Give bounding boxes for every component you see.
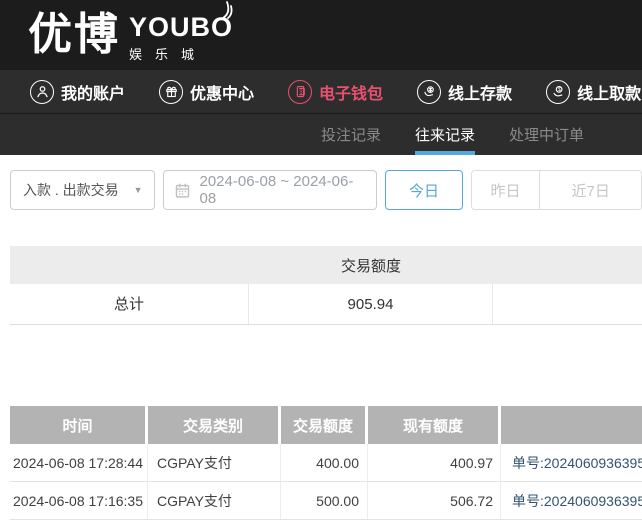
date-range-value: 2024-06-08 ~ 2024-06-08	[199, 173, 366, 207]
column-header-memo	[501, 406, 642, 444]
nav-item-label: 线上存款	[448, 80, 512, 104]
cell-balance: 506.72	[368, 482, 501, 519]
summary-header-amount: 交易额度	[249, 255, 493, 276]
nav-item-my-account[interactable]: 我的账户	[30, 80, 125, 104]
cell-type: CGPAY支付	[148, 482, 281, 519]
nav-item-label: 电子钱包	[319, 80, 383, 104]
tab-pending-orders[interactable]: 处理中订单	[509, 114, 584, 155]
today-button[interactable]: 今日	[385, 170, 462, 210]
calendar-icon	[174, 182, 191, 199]
transactions-table-header: 时间 交易类别 交易额度 现有额度	[10, 406, 642, 444]
nav-item-label: 我的账户	[61, 80, 125, 104]
last7days-button[interactable]: 近7日	[539, 171, 641, 209]
column-header-amount: 交易额度	[281, 406, 368, 444]
cell-order-number: 单号:2024060936395	[501, 444, 642, 481]
cell-balance: 400.97	[368, 444, 501, 481]
wallet-icon: $	[288, 80, 312, 104]
quick-range-group: 昨日 近7日	[471, 170, 642, 210]
summary-total-label: 总计	[10, 284, 249, 324]
nav-item-label: 优惠中心	[190, 80, 254, 104]
summary-total-row: 总计 905.94	[10, 284, 642, 325]
nav-item-e-wallet[interactable]: $ 电子钱包	[288, 80, 383, 104]
deposit-icon	[417, 80, 441, 104]
brand-name-en: YOUBO	[129, 14, 233, 41]
cell-amount: 400.00	[281, 444, 368, 481]
cell-order-number: 单号:2024060936395	[501, 482, 642, 519]
user-icon	[30, 80, 54, 104]
nav-item-promotions[interactable]: 优惠中心	[159, 80, 254, 104]
cell-type: CGPAY支付	[148, 444, 281, 481]
date-range-input[interactable]: 2024-06-08 ~ 2024-06-08	[163, 170, 377, 210]
svg-text:$: $	[557, 87, 560, 93]
app-header: 优博 YOUBO 娱乐城	[0, 0, 642, 70]
table-row: 2024-06-08 17:28:44 CGPAY支付 400.00 400.9…	[10, 444, 642, 482]
tab-transaction-records[interactable]: 往来记录	[415, 114, 475, 155]
withdraw-icon: $	[546, 80, 570, 104]
summary-table-header: 交易额度	[10, 246, 642, 284]
column-header-type: 交易类别	[148, 406, 281, 444]
yesterday-button[interactable]: 昨日	[472, 171, 540, 209]
summary-total-amount: 905.94	[249, 284, 493, 324]
brand-logo[interactable]: 优博 YOUBO 娱乐城	[28, 8, 233, 63]
chevron-down-icon: ▼	[134, 185, 143, 195]
summary-table: 交易额度 总计 905.94	[10, 246, 642, 325]
svg-text:$: $	[299, 89, 302, 95]
table-row: 2024-06-08 17:16:35 CGPAY支付 500.00 506.7…	[10, 482, 642, 520]
cell-time: 2024-06-08 17:28:44	[10, 444, 148, 481]
transaction-type-value: 入款 . 出款交易	[23, 180, 119, 200]
brand-subtitle: 娱乐城	[129, 44, 233, 63]
column-header-time: 时间	[10, 406, 148, 444]
transaction-type-select[interactable]: 入款 . 出款交易 ▼	[10, 170, 155, 210]
transactions-table: 时间 交易类别 交易额度 现有额度 2024-06-08 17:28:44 CG…	[10, 406, 642, 520]
brand-name-cn: 优博	[28, 13, 120, 57]
gift-icon	[159, 80, 183, 104]
nav-item-online-deposit[interactable]: 线上存款	[417, 80, 512, 104]
cell-amount: 500.00	[281, 482, 368, 519]
nav-item-online-withdrawal[interactable]: $ 线上取款	[546, 80, 641, 104]
filter-row: 入款 . 出款交易 ▼ 2024-06-08 ~ 2024-06-08 今日 昨…	[0, 155, 642, 213]
cell-time: 2024-06-08 17:16:35	[10, 482, 148, 519]
record-tabs: 投注记录 往来记录 处理中订单	[0, 113, 642, 155]
flame-icon	[219, 0, 237, 20]
main-nav: 我的账户 优惠中心 $ 电子钱包 线上存款	[0, 70, 642, 113]
column-header-balance: 现有额度	[368, 406, 501, 444]
tab-betting-records[interactable]: 投注记录	[321, 114, 381, 155]
nav-item-label: 线上取款	[577, 80, 641, 104]
